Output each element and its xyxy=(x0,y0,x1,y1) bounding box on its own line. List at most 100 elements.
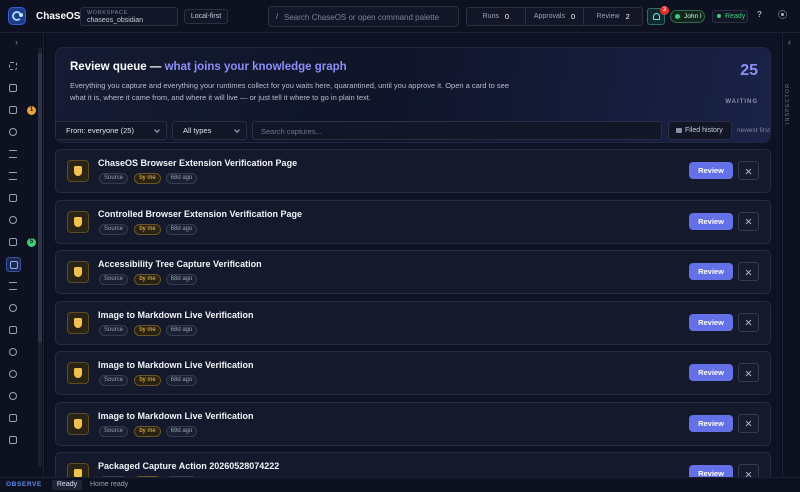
nav-home[interactable] xyxy=(6,59,21,74)
capture-type-icon xyxy=(67,160,89,182)
review-card[interactable]: Packaged Capture Action 20260528074222So… xyxy=(55,452,771,477)
inspector-label[interactable]: INSPECTOR xyxy=(785,83,791,124)
shield-icon xyxy=(74,267,82,277)
capture-search[interactable] xyxy=(252,121,662,140)
home-icon xyxy=(9,62,17,70)
user-menu[interactable]: John I xyxy=(670,10,705,23)
dismiss-close-icon[interactable] xyxy=(738,464,759,477)
review-queue-icon xyxy=(10,261,18,269)
nav-bolt[interactable] xyxy=(6,433,21,448)
notifications-button[interactable]: 3 xyxy=(647,6,669,25)
nav-archive[interactable] xyxy=(6,279,21,294)
sort-order[interactable]: newest first xyxy=(737,127,770,134)
nav-clock[interactable] xyxy=(6,389,21,404)
review-card[interactable]: ChaseOS Browser Extension Verification P… xyxy=(55,149,771,193)
owner-tag: by me xyxy=(134,173,161,184)
dismiss-close-icon[interactable] xyxy=(738,363,759,382)
help-icon[interactable]: ? xyxy=(757,10,762,19)
nav-inbox[interactable] xyxy=(6,103,21,118)
local-first-chip[interactable]: Local-first xyxy=(184,9,228,24)
archive-icon xyxy=(9,282,17,290)
counter-review[interactable]: Review 2 xyxy=(584,8,642,25)
sidebar-scrollbar[interactable] xyxy=(38,47,42,467)
nav-document[interactable] xyxy=(6,235,21,250)
nav-lock[interactable] xyxy=(6,323,21,338)
user-name: John I xyxy=(684,13,702,20)
target-icon xyxy=(9,304,17,312)
capture-search-input[interactable] xyxy=(261,124,656,138)
settings-gear-icon[interactable] xyxy=(778,10,787,19)
expand-sidebar-chevron-icon[interactable]: › xyxy=(15,37,18,47)
ready-dot-icon xyxy=(717,14,721,18)
expand-inspector-chevron-icon[interactable]: ‹ xyxy=(788,37,791,47)
nav-shield[interactable] xyxy=(6,411,21,426)
nav-list[interactable] xyxy=(6,169,21,184)
age-tag: 68d ago xyxy=(166,324,197,336)
owner-tag: by me xyxy=(134,274,161,285)
filed-history-button[interactable]: Filed history xyxy=(668,121,732,140)
shield-icon xyxy=(74,368,82,378)
review-card[interactable]: Accessibility Tree Capture Verification S… xyxy=(55,250,771,294)
nav-board[interactable] xyxy=(6,147,21,162)
nav-review-queue[interactable] xyxy=(6,257,21,272)
review-button[interactable]: Review xyxy=(689,263,733,280)
nav-nodes[interactable] xyxy=(6,213,21,228)
dismiss-close-icon[interactable] xyxy=(738,312,759,332)
review-button[interactable]: Review xyxy=(689,212,733,230)
dismiss-close-icon[interactable] xyxy=(738,161,759,180)
age-tag: 69d ago xyxy=(166,425,197,437)
workspace-switcher[interactable]: WORKSPACE chaseos_obsidian xyxy=(80,7,178,26)
command-search-input[interactable] xyxy=(284,10,454,24)
dismiss-close-icon[interactable] xyxy=(738,413,759,433)
source-tag: Source xyxy=(99,425,128,437)
owner-tag: by me xyxy=(134,223,161,235)
review-button[interactable]: Review xyxy=(689,313,733,331)
filed-history-label: Filed history xyxy=(685,127,723,134)
mode-indicator[interactable]: OBSERVE xyxy=(6,481,42,488)
counter-runs-value: 0 xyxy=(504,12,510,21)
review-card[interactable]: Image to Markdown Live Verification Sourc… xyxy=(55,300,771,345)
review-card[interactable]: Controlled Browser Extension Verificatio… xyxy=(55,199,771,244)
capture-type-icon xyxy=(67,463,89,477)
nodes-icon xyxy=(9,216,17,224)
chaseos-logo-icon[interactable] xyxy=(8,7,26,25)
review-button[interactable]: Review xyxy=(689,414,733,432)
nav-chat[interactable] xyxy=(6,81,21,96)
counter-runs[interactable]: Runs 0 xyxy=(467,8,526,25)
waiting-label: WAITING xyxy=(725,99,758,105)
review-button[interactable]: Review xyxy=(689,364,733,381)
review-button[interactable]: Review xyxy=(689,465,733,477)
page-title-accent: what joins your knowledge graph xyxy=(164,61,347,73)
review-button[interactable]: Review xyxy=(689,162,733,179)
dismiss-close-icon[interactable] xyxy=(738,211,759,231)
counter-review-value: 2 xyxy=(625,12,630,21)
review-card[interactable]: Image to Markdown Live Verification Sourc… xyxy=(55,351,771,395)
review-card[interactable]: Image to Markdown Live Verification Sourc… xyxy=(55,401,771,446)
counter-approvals[interactable]: Approvals 0 xyxy=(526,8,585,25)
nav-calendar[interactable] xyxy=(6,191,21,206)
chevron-down-icon xyxy=(154,127,160,133)
card-title: Accessibility Tree Capture Verification xyxy=(98,259,262,269)
nav-history[interactable] xyxy=(6,367,21,382)
nav-target[interactable] xyxy=(6,301,21,316)
document-icon xyxy=(9,238,17,246)
status-state: Ready xyxy=(52,480,82,490)
type-filter-select[interactable]: All types xyxy=(172,121,247,140)
shield-icon xyxy=(74,317,82,328)
share-icon xyxy=(9,348,17,356)
sidebar-scrollbar-thumb[interactable] xyxy=(38,53,42,343)
shield-icon xyxy=(74,166,82,176)
activity-counters: Runs 0 Approvals 0 Review 2 xyxy=(466,7,643,26)
shield-icon xyxy=(74,469,82,477)
from-filter-select[interactable]: From: everyone (25) xyxy=(55,121,167,140)
nav-layers[interactable] xyxy=(6,125,21,140)
calendar-icon xyxy=(9,194,17,202)
command-palette-search[interactable]: / xyxy=(268,6,459,27)
counter-approvals-value: 0 xyxy=(570,12,576,21)
nav-inbox-badge: 1 xyxy=(27,106,36,115)
dismiss-close-icon[interactable] xyxy=(738,262,759,281)
page-title: Review queue — what joins your knowledge… xyxy=(70,61,347,73)
card-title: Image to Markdown Live Verification xyxy=(98,309,254,320)
nav-share[interactable] xyxy=(6,345,21,360)
source-tag: Source xyxy=(99,324,128,336)
